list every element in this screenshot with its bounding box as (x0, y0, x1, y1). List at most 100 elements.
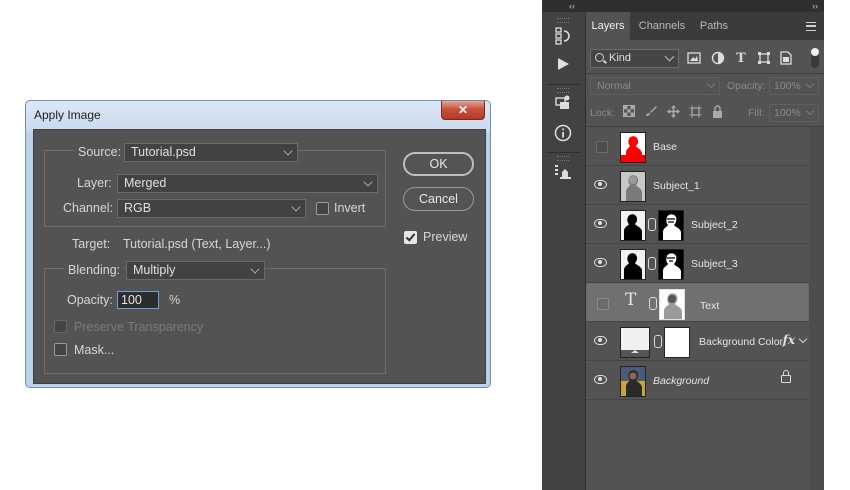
invert-label: Invert (334, 201, 366, 215)
search-icon (595, 53, 604, 62)
layers-scrollbar[interactable] (809, 127, 824, 490)
collapse-left-icon[interactable]: ‹‹ (569, 1, 575, 11)
tab-paths[interactable]: Paths (692, 12, 736, 40)
layer-select[interactable]: Merged (117, 174, 378, 193)
invert-checkbox[interactable] (316, 202, 329, 215)
tab-layers[interactable]: Layers (586, 12, 630, 40)
layer-row-subject-3[interactable]: Subject_3 (586, 244, 809, 283)
strip-divider (546, 152, 580, 153)
close-button[interactable]: ✕ (441, 101, 485, 120)
properties-icon[interactable] (552, 93, 574, 113)
tab-channels[interactable]: Channels (634, 12, 690, 40)
layer-row-subject-2[interactable]: Subject_2 (586, 205, 809, 244)
lock-label: Lock: (590, 107, 616, 119)
layer-name[interactable]: Background (653, 375, 709, 387)
filter-pixel-icon[interactable] (686, 50, 702, 66)
preview-label: Preview (423, 230, 468, 244)
info-icon[interactable] (552, 123, 574, 143)
opacity-label: Opacity: (67, 293, 113, 307)
chevron-down-icon (283, 146, 293, 156)
layer-row-subject-1[interactable]: Subject_1 (586, 166, 809, 205)
visibility-toggle-off[interactable] (597, 298, 609, 310)
channel-select[interactable]: RGB (117, 199, 306, 218)
mask-link-icon[interactable] (648, 218, 656, 231)
source-label: Source: (74, 145, 126, 159)
strip-grip[interactable] (557, 18, 569, 23)
layer-thumbnail (620, 132, 646, 163)
lock-position-move-icon[interactable] (666, 104, 680, 118)
filter-type-icon[interactable]: T (733, 50, 749, 66)
blend-mode-select[interactable]: Normal (590, 77, 720, 95)
fill-input[interactable]: 100% (769, 104, 819, 122)
actions-play-icon[interactable] (552, 54, 574, 74)
filter-shape-icon[interactable] (756, 50, 772, 66)
eye-icon[interactable] (594, 336, 607, 345)
lock-pixels-brush-icon[interactable] (644, 104, 658, 118)
close-icon: ✕ (457, 103, 469, 117)
layer-label: Layer: (77, 176, 112, 190)
layer-name[interactable]: Subject_3 (691, 258, 738, 270)
layer-name[interactable]: Background Color (699, 336, 783, 348)
type-layer-icon: T (625, 290, 637, 310)
dock-top-bar: ‹‹ ›› (542, 0, 824, 12)
lock-icon[interactable] (781, 370, 791, 383)
chevron-down-icon (363, 177, 373, 187)
chevron-down-icon (250, 264, 260, 274)
eye-icon[interactable] (594, 180, 607, 189)
layer-name[interactable]: Base (653, 141, 677, 153)
history-icon[interactable] (552, 26, 574, 46)
layer-mask-thumbnail (659, 289, 685, 320)
mask-checkbox[interactable] (54, 343, 67, 356)
lock-all-icon[interactable] (710, 104, 724, 118)
layer-effects-icon[interactable]: fx (783, 333, 795, 347)
layer-row-text[interactable]: T Text (586, 283, 809, 322)
blending-select[interactable]: Multiply (126, 261, 265, 280)
cancel-button[interactable]: Cancel (403, 187, 474, 211)
opacity-unit: % (169, 293, 181, 307)
eye-icon[interactable] (594, 258, 607, 267)
filter-smart-object-icon[interactable] (778, 50, 794, 66)
layer-thumbnail (620, 210, 646, 241)
layer-row-background-color[interactable]: Background Color fx (586, 322, 809, 361)
eye-icon[interactable] (594, 375, 607, 384)
mask-link-icon[interactable] (654, 335, 662, 348)
eye-icon[interactable] (594, 219, 607, 228)
filter-adjustment-icon[interactable] (710, 50, 726, 66)
preserve-transparency-checkbox[interactable] (54, 320, 67, 333)
chevron-down-icon (291, 202, 301, 212)
visibility-toggle-off[interactable] (596, 141, 608, 153)
mask-link-icon[interactable] (648, 257, 656, 270)
layer-name[interactable]: Subject_2 (691, 219, 738, 231)
strip-grip[interactable] (557, 156, 569, 161)
layer-mask-thumbnail (658, 210, 684, 241)
layer-opacity-label: Opacity: (727, 80, 766, 92)
layer-opacity-input[interactable]: 100% (769, 77, 819, 95)
chevron-down-icon[interactable] (798, 334, 808, 344)
preserve-transparency-label: Preserve Transparency (74, 320, 204, 334)
opacity-input[interactable]: 100 (117, 291, 159, 309)
filter-toggle[interactable] (811, 48, 819, 68)
layer-row-background[interactable]: Background (586, 361, 809, 400)
panel-menu-icon[interactable] (806, 22, 816, 31)
target-value: Tutorial.psd (Text, Layer...) (123, 237, 271, 251)
layer-row-base[interactable]: Base (586, 127, 809, 166)
layer-name[interactable]: Subject_1 (653, 180, 700, 192)
preview-checkbox[interactable] (404, 231, 417, 244)
collapse-right-icon[interactable]: ›› (812, 1, 818, 11)
fill-label: Fill: (748, 107, 765, 119)
panel-icon-strip (542, 12, 586, 490)
mask-link-icon[interactable] (649, 297, 657, 310)
source-select[interactable]: Tutorial.psd (124, 143, 298, 162)
layer-name[interactable]: Text (700, 298, 719, 315)
mask-label: Mask... (74, 343, 115, 357)
ok-button[interactable]: OK (403, 152, 474, 176)
chevron-down-icon (805, 79, 815, 89)
layer-thumbnail (620, 327, 650, 358)
lock-artboard-icon[interactable] (688, 104, 702, 118)
lock-transparent-icon[interactable] (622, 104, 636, 118)
chevron-down-icon (706, 79, 716, 89)
layers-panel: Layers Channels Paths Kind T Normal Opac… (586, 12, 824, 490)
tool-presets-icon[interactable] (552, 162, 574, 182)
filter-kind-select[interactable]: Kind (590, 49, 679, 68)
blending-label: Blending: (64, 263, 125, 277)
